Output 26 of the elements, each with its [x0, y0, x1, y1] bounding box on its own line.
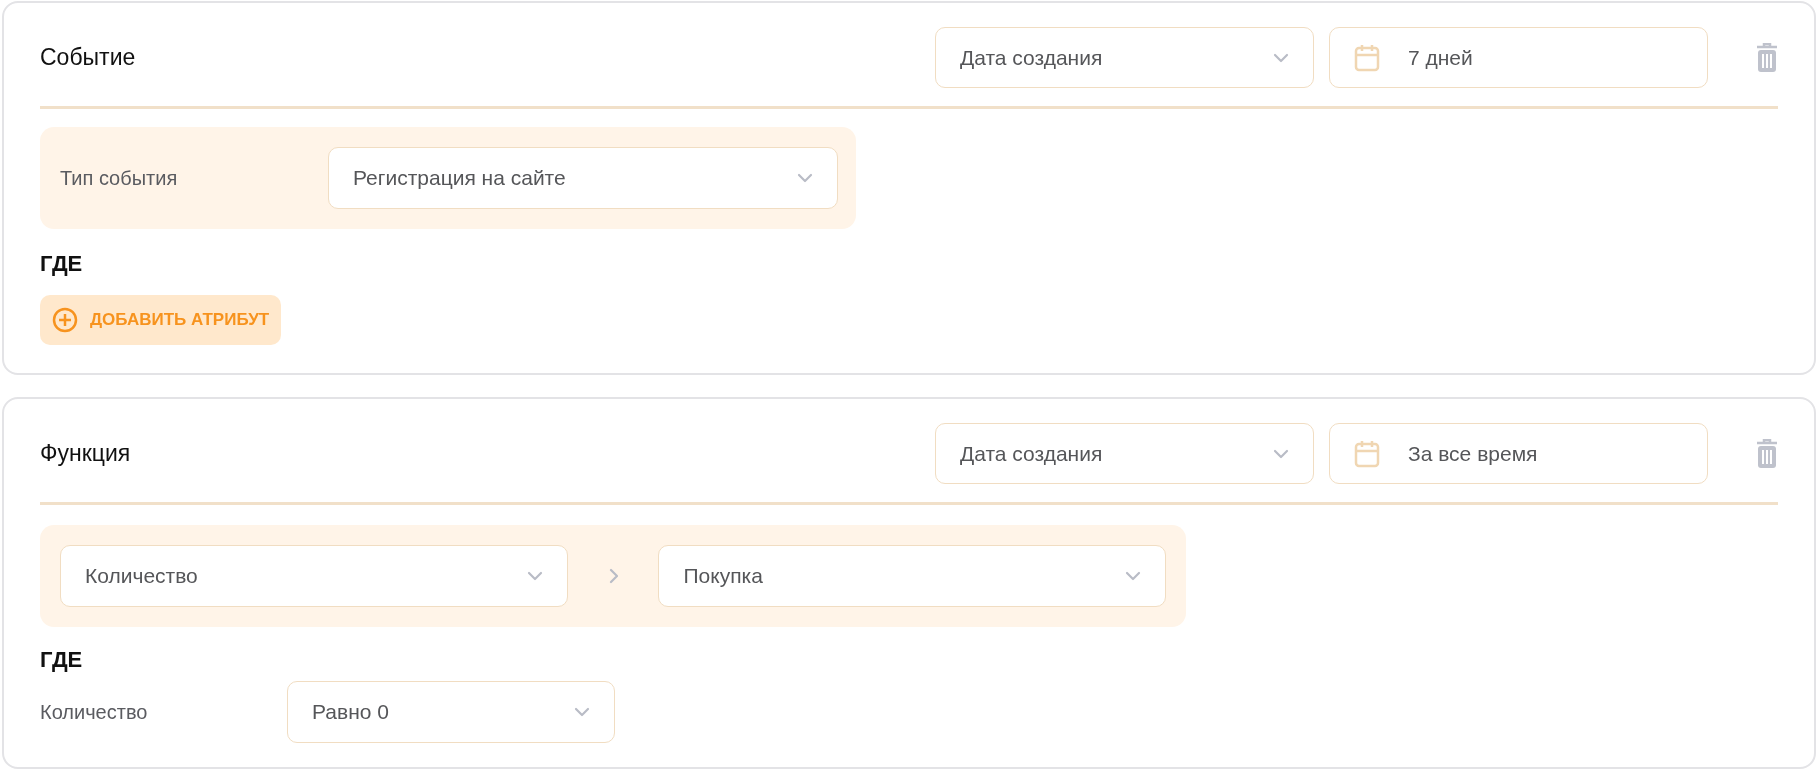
date-field-dropdown[interactable]: Дата создания: [935, 27, 1314, 88]
calendar-icon: [1354, 42, 1380, 73]
chevron-down-icon: [797, 173, 813, 183]
chevron-right-icon: [608, 568, 619, 584]
period-picker[interactable]: За все время: [1329, 423, 1708, 484]
chevron-down-icon: [1125, 571, 1141, 581]
section-heading: ГДЕ: [40, 251, 84, 277]
card-title: Событие: [40, 44, 136, 71]
section-heading: ГДЕ: [40, 647, 84, 673]
date-field-dropdown[interactable]: Дата создания: [935, 423, 1314, 484]
chevron-down-icon: [1273, 52, 1289, 63]
operation-dropdown[interactable]: Количество: [60, 545, 568, 607]
field-label: Тип события: [60, 166, 179, 190]
calendar-icon: [1354, 438, 1380, 469]
trash-icon[interactable]: [1756, 438, 1778, 469]
chevron-down-icon: [574, 707, 590, 717]
trash-icon[interactable]: [1756, 42, 1778, 73]
card-title: Функция: [40, 440, 131, 467]
event-type-dropdown[interactable]: Регистрация на сайте: [328, 147, 838, 209]
chevron-down-icon: [526, 571, 543, 581]
chevron-down-icon: [1273, 448, 1289, 459]
field-label: Количество: [40, 700, 149, 724]
condition-dropdown[interactable]: Равно 0: [287, 681, 615, 743]
target-dropdown[interactable]: Покупка: [658, 545, 1166, 607]
period-picker[interactable]: 7 дней: [1329, 27, 1708, 88]
plus-circle-icon: [52, 307, 78, 333]
